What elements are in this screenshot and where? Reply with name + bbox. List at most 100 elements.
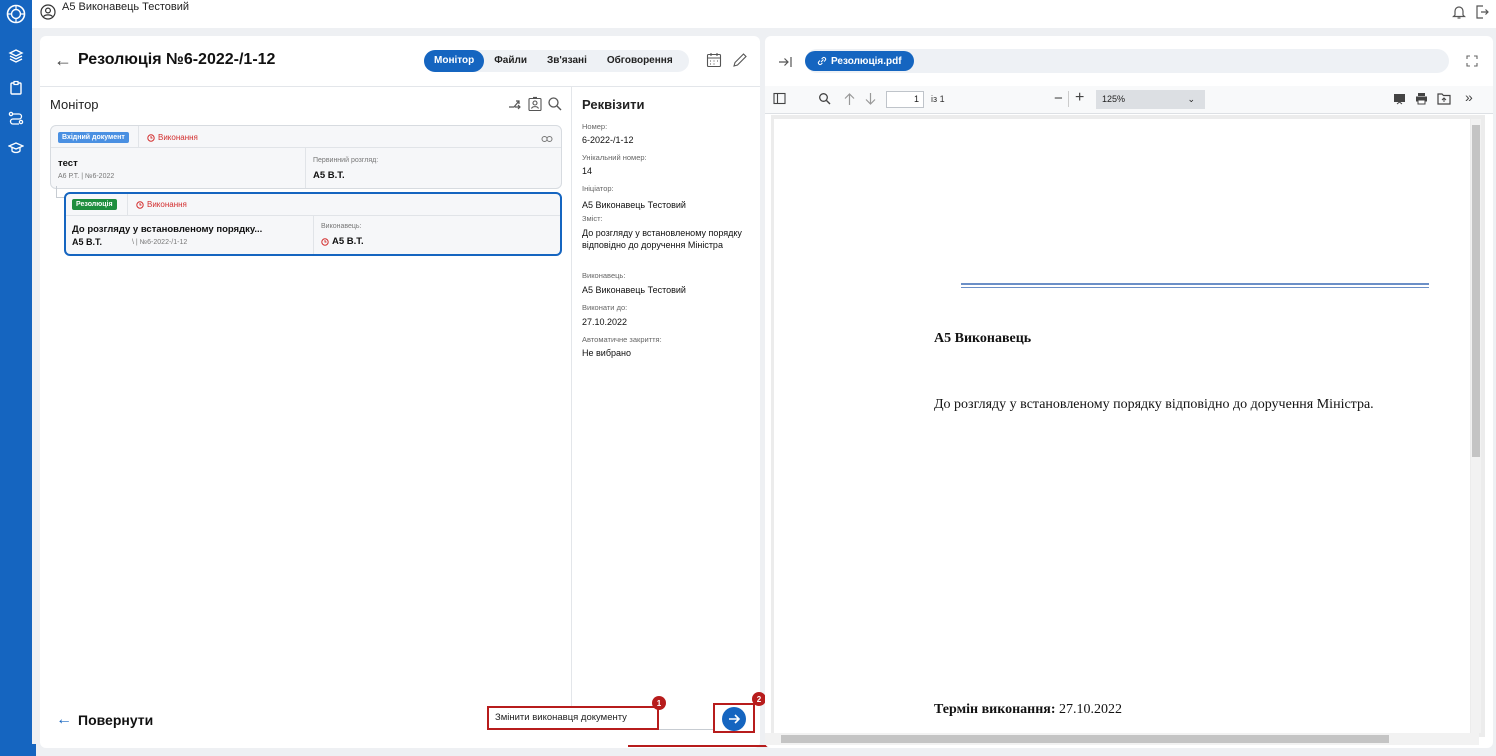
tab-files[interactable]: Файли <box>484 50 537 72</box>
pdf-viewer[interactable]: А5 Виконавець До розгляду у встановленом… <box>771 115 1485 737</box>
pdf-toolbar: 1 із 1 − + 125% ⌄ » <box>765 86 1493 114</box>
user-name[interactable]: А5 Виконавець Тестовий <box>62 1 189 13</box>
attachment-link-icon <box>817 56 827 66</box>
annotation-marker-1: 1 <box>652 696 666 710</box>
open-file-icon[interactable] <box>1437 92 1451 108</box>
card-title: До розгляду у встановленому порядку... <box>72 224 263 235</box>
user-card-icon[interactable] <box>527 96 543 117</box>
resolution-card[interactable]: Резолюція Виконання До розгляду у встано… <box>64 192 562 256</box>
status-badge: Виконання <box>136 200 187 209</box>
route-icon[interactable] <box>6 108 26 128</box>
fullscreen-icon[interactable] <box>1465 54 1479 73</box>
card-number: \ | №6-2022-/1-12 <box>132 239 188 246</box>
page-number-input[interactable]: 1 <box>886 91 924 108</box>
prop-label-auto-close: Автоматичне закриття: <box>582 335 662 344</box>
prop-label-due-date: Виконати до: <box>582 303 628 312</box>
search-icon[interactable] <box>818 92 831 108</box>
return-button[interactable]: ← Повернути <box>56 711 153 729</box>
header-rule <box>961 283 1429 285</box>
status-text: Виконання <box>147 200 187 209</box>
collapse-panel-icon[interactable] <box>777 54 793 75</box>
field-label: Первинний розгляд: <box>313 157 379 164</box>
arrow-right-icon <box>729 714 741 724</box>
sidebar-toggle-icon[interactable] <box>773 92 786 108</box>
clipboard-icon[interactable] <box>6 78 26 98</box>
zoom-in-icon[interactable]: + <box>1075 89 1084 107</box>
bell-icon[interactable] <box>1452 4 1466 25</box>
prop-label-unique-number: Унікальний номер: <box>582 153 647 162</box>
input-underline <box>659 729 713 730</box>
annotation-marker-2: 2 <box>752 692 766 706</box>
prop-value-due-date: 27.10.2022 <box>582 317 628 327</box>
zoom-select[interactable]: 125% ⌄ <box>1096 90 1205 109</box>
zoom-value: 125% <box>1102 94 1126 104</box>
logout-icon[interactable] <box>1474 4 1490 25</box>
header-rule-thin <box>961 287 1429 288</box>
vertical-scrollbar[interactable] <box>1471 119 1481 733</box>
status-badge: Виконання <box>147 133 198 142</box>
card-divider <box>313 216 314 254</box>
card-title: тест <box>58 158 78 169</box>
horizontal-scroll-thumb[interactable] <box>781 735 1389 743</box>
document-panel: ← Резолюція №6-2022-/1-12 Монітор Файли … <box>40 36 766 748</box>
header-divider <box>127 194 128 216</box>
link-icon[interactable] <box>541 131 553 149</box>
card-header: Резолюція Виконання <box>66 194 560 216</box>
annotation-underline <box>628 745 768 747</box>
edit-pencil-icon[interactable] <box>732 52 748 73</box>
document-tabs: Монітор Файли Зв'язані Обговорення <box>424 50 689 72</box>
share-route-icon[interactable] <box>507 96 523 117</box>
executor-value: А5 В.Т. <box>321 236 364 247</box>
page-total: із 1 <box>931 94 945 104</box>
search-icon[interactable] <box>547 96 563 117</box>
action-select[interactable]: Змінити виконавця документу <box>487 706 659 730</box>
calendar-icon[interactable] <box>706 52 722 73</box>
prop-label-initiator: Ініціатор: <box>582 184 614 193</box>
prop-value-auto-close: Не вибрано <box>582 348 631 358</box>
card-subtitle: А6 Р.Т. | №6-2022 <box>58 173 115 180</box>
user-avatar-icon[interactable] <box>40 4 56 20</box>
arrow-left-icon: ← <box>56 711 72 728</box>
pdf-body-text: До розгляду у встановленому порядку відп… <box>934 397 1374 412</box>
previous-page-icon[interactable] <box>843 92 856 109</box>
page-title: Резолюція №6-2022-/1-12 <box>78 51 276 68</box>
properties-heading: Реквізити <box>582 97 645 112</box>
prop-label-executor: Виконавець: <box>582 271 626 280</box>
pdf-due-date-value: 27.10.2022 <box>1059 702 1123 717</box>
clock-icon <box>321 237 329 246</box>
tab-linked[interactable]: Зв'язані <box>537 50 597 72</box>
pdf-recipient: А5 Виконавець <box>934 331 1032 346</box>
prop-value-unique-number: 14 <box>582 166 593 176</box>
chevron-down-icon: ⌄ <box>1187 94 1195 104</box>
clock-icon <box>147 133 155 142</box>
back-arrow-icon[interactable]: ← <box>54 50 72 71</box>
zoom-divider <box>1068 91 1069 107</box>
zoom-out-icon[interactable]: − <box>1054 90 1063 107</box>
next-page-icon[interactable] <box>864 92 877 109</box>
prop-label-number: Номер: <box>582 122 608 131</box>
more-tools-icon[interactable]: » <box>1465 89 1473 105</box>
side-rail <box>0 0 32 756</box>
prop-value-content: До розгляду у встановленому порядку відп… <box>582 228 742 250</box>
presentation-icon[interactable] <box>1393 92 1406 108</box>
graduation-cap-icon[interactable] <box>6 138 26 158</box>
monitor-heading: Монітор <box>50 97 99 112</box>
header-divider <box>138 126 139 148</box>
incoming-document-card[interactable]: Вхідний документ Виконання тест А6 Р.Т. … <box>50 125 562 189</box>
rail-edge <box>32 744 36 756</box>
field-value: А5 В.Т. <box>313 170 345 181</box>
tab-monitor[interactable]: Монітор <box>424 50 485 72</box>
prop-value-initiator: А5 Виконавець Тестовий <box>582 200 686 210</box>
vertical-scroll-thumb[interactable] <box>1472 125 1480 457</box>
field-label: Виконавець: <box>321 223 362 230</box>
app-logo-icon[interactable] <box>6 4 26 24</box>
pdf-file-tab[interactable]: Резолюція.pdf <box>805 51 914 71</box>
monitor-tools <box>507 96 563 117</box>
field-value: А5 В.Т. <box>332 236 364 247</box>
layers-icon[interactable] <box>6 46 26 66</box>
submit-button[interactable] <box>722 707 746 731</box>
print-icon[interactable] <box>1415 92 1428 108</box>
card-divider <box>305 148 306 188</box>
tab-discussion[interactable]: Обговорення <box>597 50 683 72</box>
horizontal-scrollbar[interactable] <box>765 733 1479 745</box>
